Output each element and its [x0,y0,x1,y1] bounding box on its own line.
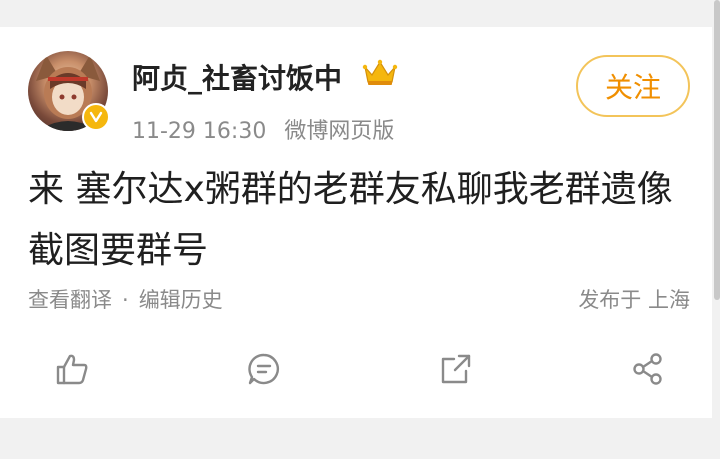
separator-dot: · [122,288,129,312]
scrollbar[interactable] [714,0,720,300]
post-card: 阿贞_社畜讨饭中 11-29 16:30 微博网页版 关注 来 塞尔达x粥群的老群… [0,27,712,418]
post-time: 11-29 16:30 [132,119,267,144]
repost-button[interactable] [436,349,476,389]
verified-v-icon [82,103,110,131]
like-button[interactable] [52,349,92,389]
post-source: 微博网页版 [284,119,395,144]
post-text: 来 塞尔达x粥群的老群友私聊我老群遗像截图要群号 [28,169,673,271]
thumbs-up-icon [56,354,88,385]
comment-button[interactable] [244,349,284,389]
post-footer-links: 查看翻译 · 编辑历史 [28,284,223,314]
avatar[interactable] [28,51,110,131]
translate-link[interactable]: 查看翻译 [28,288,112,312]
edit-history-link[interactable]: 编辑历史 [139,288,223,312]
crown-icon[interactable] [362,57,398,87]
share-out-icon [441,354,471,384]
post-location: 发布于 上海 [578,288,690,312]
username[interactable]: 阿贞_社畜讨饭中 [132,57,342,97]
follow-button[interactable]: 关注 [576,55,690,117]
comment-icon [248,353,279,385]
share-nodes-icon [633,353,662,385]
post-meta: 11-29 16:30 微博网页版 [132,113,394,145]
share-button[interactable] [628,349,668,389]
